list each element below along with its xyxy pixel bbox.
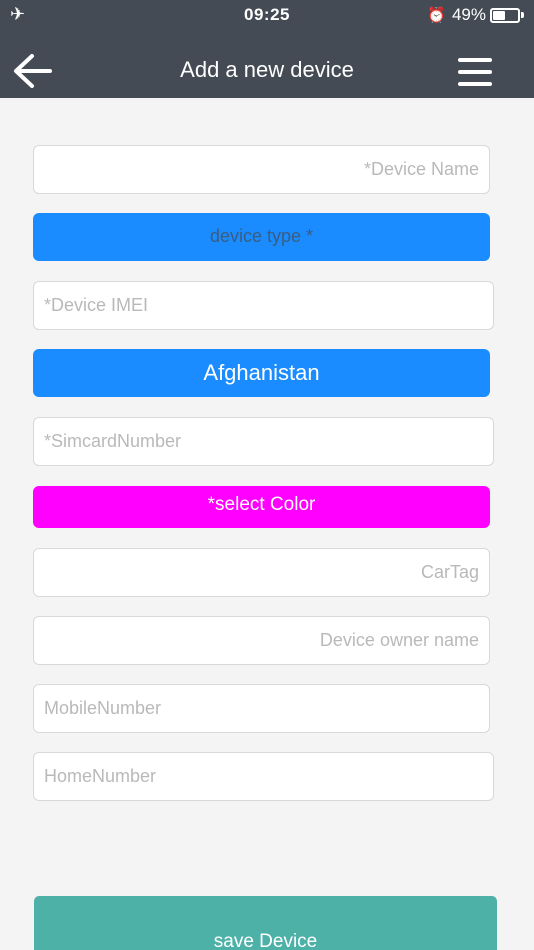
battery-percent: 49% [451,5,486,24]
app-header: ✈ 09:25 ⏰ 49% Add a new device [0,0,534,98]
hamburger-menu-icon[interactable] [458,57,492,87]
page-title: Add a new device [180,57,354,82]
status-right: ⏰ 49% [427,5,524,25]
device-name-input[interactable]: *Device Name [33,145,490,194]
status-bar: ✈ 09:25 ⏰ 49% [0,0,534,32]
device-type-button[interactable]: device type * [33,213,490,261]
country-select-button[interactable]: Afghanistan [33,349,490,397]
save-device-button[interactable]: save Device [34,896,497,950]
device-owner-name-input[interactable]: Device owner name [33,616,490,665]
select-color-button[interactable]: *select Color [33,486,490,528]
device-imei-input[interactable]: *Device IMEI [33,281,494,330]
home-number-input[interactable]: HomeNumber [33,752,494,801]
cartag-input[interactable]: CarTag [33,548,490,597]
alarm-icon: ⏰ [427,7,446,24]
simcard-number-input[interactable]: *SimcardNumber [33,417,494,466]
mobile-number-input[interactable]: MobileNumber [33,684,490,733]
battery-icon [490,7,520,23]
